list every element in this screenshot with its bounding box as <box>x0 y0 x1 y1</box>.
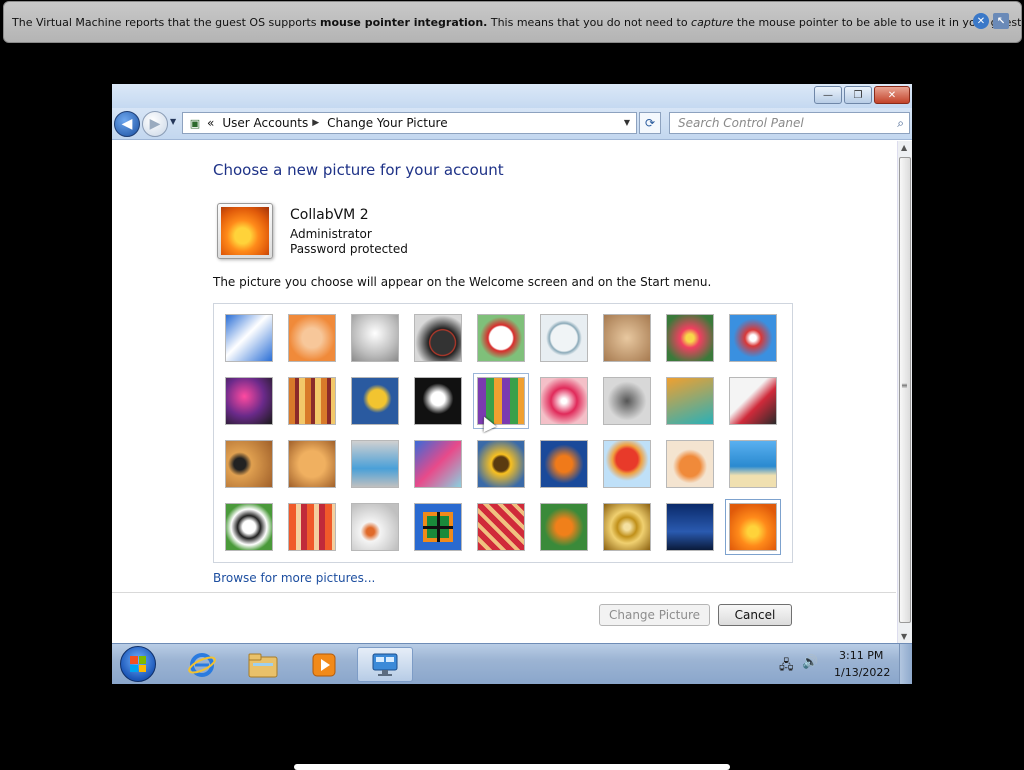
account-picture-pomeranian[interactable] <box>288 440 336 488</box>
account-name: CollabVM 2 <box>290 207 369 223</box>
volume-icon[interactable]: 🔊 <box>802 655 818 670</box>
account-picture-snowman-doll[interactable] <box>666 440 714 488</box>
start-button[interactable] <box>120 646 156 682</box>
guest-screen: — ❐ ✕ ◀ ▶ ▼ ▣ « User Accounts ▶ Change Y… <box>112 84 912 684</box>
internet-explorer-icon[interactable] <box>174 647 230 682</box>
account-picture-spiral[interactable] <box>603 503 651 551</box>
vertical-scrollbar[interactable]: ▲ ≡ ▼ <box>897 141 912 643</box>
page-title: Choose a new picture for your account <box>213 161 504 179</box>
account-picture-orange-flower[interactable] <box>725 499 781 555</box>
media-player-icon[interactable] <box>296 647 352 682</box>
window-titlebar[interactable]: — ❐ ✕ <box>112 84 912 108</box>
search-input[interactable]: Search Control Panel ⌕ <box>669 112 910 134</box>
account-picture-robot[interactable] <box>351 314 399 362</box>
control-panel-icon[interactable] <box>357 647 413 682</box>
account-picture-ball[interactable] <box>225 377 273 425</box>
account-picture-leaf[interactable] <box>351 377 399 425</box>
browse-pictures-link[interactable]: Browse for more pictures... <box>213 571 375 585</box>
account-picture-gyroscope[interactable] <box>540 314 588 362</box>
maximize-button[interactable]: ❐ <box>844 86 872 104</box>
explorer-icon[interactable] <box>235 647 291 682</box>
account-picture-lucky-cat[interactable] <box>477 314 525 362</box>
account-picture-pink-flower[interactable] <box>666 314 714 362</box>
account-picture-fish[interactable] <box>540 440 588 488</box>
account-picture-lighthouse[interactable] <box>666 503 714 551</box>
change-picture-button[interactable]: Change Picture <box>599 604 710 626</box>
breadcrumb-arrow-icon[interactable]: ▶ <box>312 118 319 128</box>
recent-pages-chevron-down-icon[interactable]: ▼ <box>170 117 176 126</box>
account-picture-soccer-ball[interactable] <box>225 503 273 551</box>
account-picture-kitten[interactable] <box>603 314 651 362</box>
account-picture-window[interactable] <box>414 503 462 551</box>
clock-time[interactable]: 3:11 PM <box>839 649 883 662</box>
account-picture-paper-star[interactable] <box>540 377 588 425</box>
account-picture-marbles[interactable] <box>351 503 399 551</box>
cancel-button[interactable]: Cancel <box>718 604 792 626</box>
breadcrumb-user-accounts[interactable]: User Accounts <box>222 116 308 130</box>
taskbar: 🖧 🔊 3:11 PM 1/13/2022 <box>112 643 912 684</box>
account-picture-fabric[interactable] <box>288 503 336 551</box>
scrollbar-thumb[interactable] <box>899 157 911 623</box>
vm-bottom-bar <box>294 764 730 770</box>
account-picture-fabric-stripes[interactable] <box>288 377 336 425</box>
account-picture-turntable[interactable] <box>414 314 462 362</box>
account-type: Administrator <box>290 227 372 241</box>
navigation-bar: ◀ ▶ ▼ ▣ « User Accounts ▶ Change Your Pi… <box>112 108 912 140</box>
account-picture-stairs[interactable] <box>666 377 714 425</box>
account-picture-wind-wheel[interactable] <box>729 314 777 362</box>
account-picture-butterfly[interactable] <box>540 503 588 551</box>
account-picture-guitar[interactable] <box>225 440 273 488</box>
account-picture-sunflower[interactable] <box>477 440 525 488</box>
content-pane: Choose a new picture for your account Co… <box>112 141 896 643</box>
account-picture-scarf[interactable] <box>414 440 462 488</box>
account-picture-sailboat[interactable] <box>729 440 777 488</box>
account-picture-pattern[interactable] <box>477 503 525 551</box>
account-status: Password protected <box>290 242 408 256</box>
mouse-integration-icon[interactable]: ↖ <box>993 13 1009 29</box>
control-panel-icon: ▣ <box>189 116 201 130</box>
picture-description: The picture you choose will appear on th… <box>213 275 712 289</box>
account-picture-origami-crane[interactable] <box>729 377 777 425</box>
vm-notification-text: The Virtual Machine reports that the gue… <box>12 15 1021 29</box>
close-icon[interactable]: ✕ <box>973 13 989 29</box>
scroll-up-icon[interactable]: ▲ <box>901 143 907 152</box>
current-account-picture <box>217 203 273 259</box>
account-picture-hot-air-balloon[interactable] <box>603 440 651 488</box>
close-button[interactable]: ✕ <box>874 86 910 104</box>
scroll-grip-icon: ≡ <box>901 381 908 390</box>
chevron-down-icon[interactable]: ▼ <box>624 118 630 127</box>
forward-button[interactable]: ▶ <box>142 111 168 137</box>
account-picture-roller-coaster[interactable] <box>225 314 273 362</box>
windows-logo-icon <box>130 656 146 672</box>
network-icon[interactable]: 🖧 <box>779 656 794 678</box>
clock-date[interactable]: 1/13/2022 <box>834 666 890 679</box>
divider <box>112 592 896 593</box>
search-icon[interactable]: ⌕ <box>897 116 904 131</box>
address-bar[interactable]: ▣ « User Accounts ▶ Change Your Picture … <box>182 112 637 134</box>
account-picture-starfish[interactable] <box>288 314 336 362</box>
breadcrumb-prefix[interactable]: « <box>207 116 214 130</box>
account-picture-jacks[interactable] <box>603 377 651 425</box>
account-picture-toy-robot[interactable] <box>351 440 399 488</box>
minimize-button[interactable]: — <box>814 86 842 104</box>
scroll-down-icon[interactable]: ▼ <box>901 632 907 641</box>
back-button[interactable]: ◀ <box>114 111 140 137</box>
refresh-button[interactable]: ⟳ <box>639 112 661 134</box>
breadcrumb-change-your-picture[interactable]: Change Your Picture <box>327 116 447 130</box>
picture-grid <box>213 303 793 563</box>
account-picture-dog[interactable] <box>414 377 462 425</box>
show-desktop-button[interactable] <box>899 644 912 684</box>
vm-notification-bar: The Virtual Machine reports that the gue… <box>3 1 1022 43</box>
search-placeholder: Search Control Panel <box>678 116 804 130</box>
